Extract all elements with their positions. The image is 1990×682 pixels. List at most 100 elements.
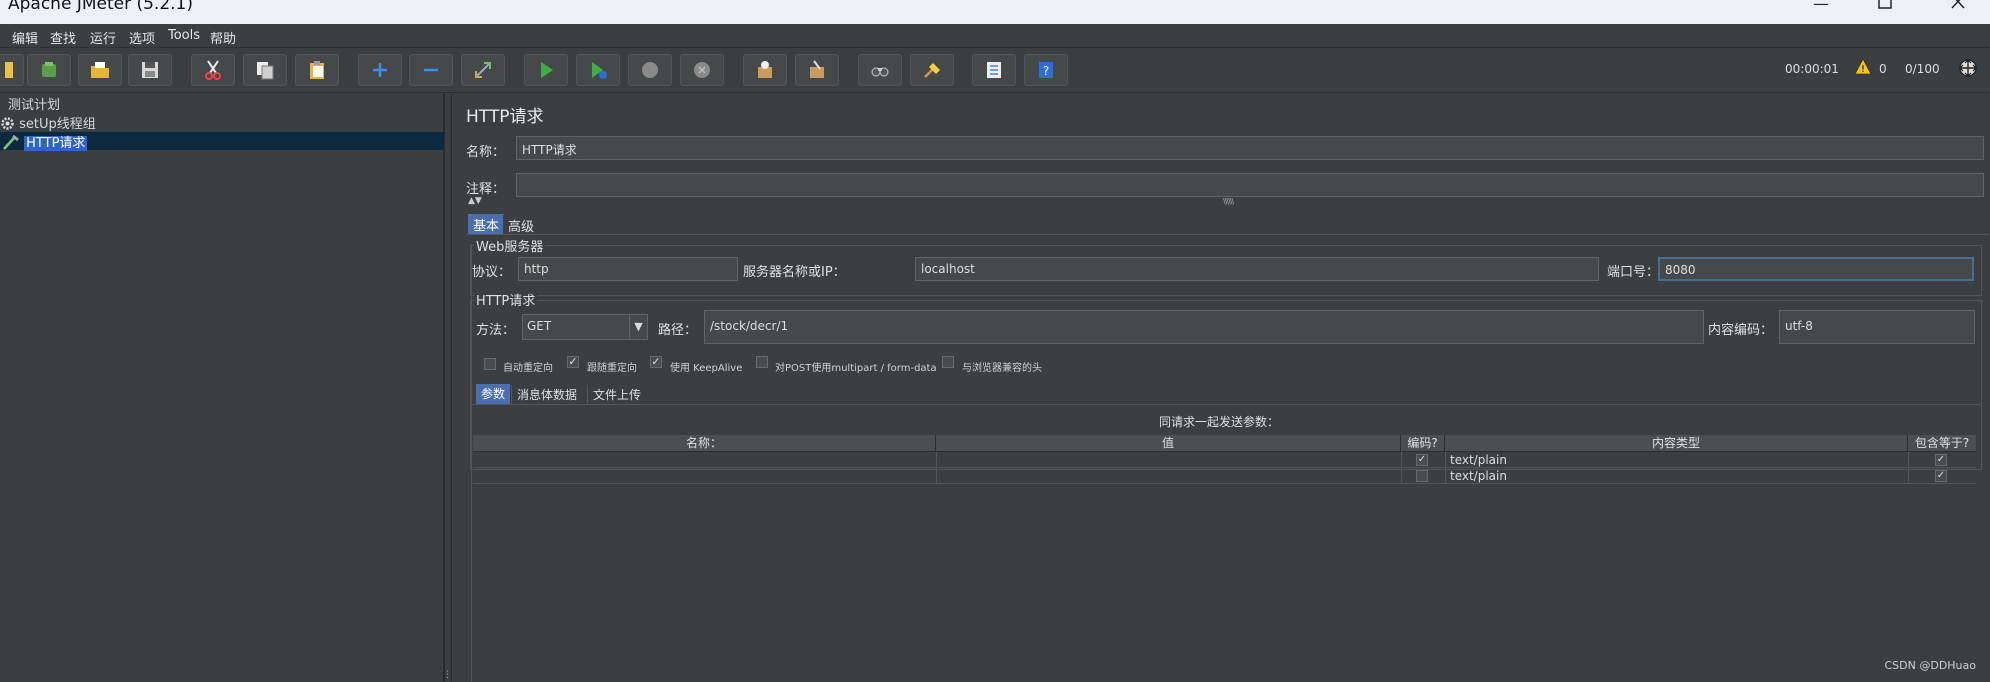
toggle-button[interactable] [461, 54, 505, 86]
menu-options[interactable]: 选项 [129, 28, 155, 47]
tab-file-upload[interactable]: 文件上传 [587, 385, 647, 405]
method-select[interactable]: GET ▼ [522, 314, 648, 340]
collapse-all-button[interactable] [409, 54, 453, 86]
open-button[interactable] [78, 54, 122, 86]
keepalive-label: 使用 KeepAlive [670, 363, 743, 374]
port-field[interactable]: 8080 [1658, 257, 1974, 281]
maximize-icon[interactable] [1862, 0, 1908, 22]
reset-search-button[interactable] [910, 54, 954, 86]
multipart-checkbox[interactable] [756, 356, 768, 368]
http-request-panel: HTTP请求 名称： HTTP请求 注释： ▲▼ \\\\\\ 基本 高级 We… [452, 94, 1990, 682]
tab-divider [466, 234, 1988, 235]
new-button[interactable] [0, 54, 24, 86]
window-title-bar: Apache JMeter (5.2.1) — [0, 0, 1990, 24]
param-value-cell[interactable] [940, 452, 1395, 468]
auto-redirect-checkbox[interactable] [484, 358, 496, 370]
menu-edit[interactable]: 编辑 [12, 28, 38, 47]
tab-body-data[interactable]: 消息体数据 [511, 385, 583, 405]
watermark: CSDN @DDHuao [1884, 659, 1976, 672]
shutdown-button[interactable] [680, 54, 724, 86]
params-table-header: 名称： 值 编码? 内容类型 包含等于? [473, 435, 1976, 452]
column-header-content-type[interactable]: 内容类型 [1445, 435, 1908, 452]
browser-headers-label: 与浏览器兼容的头 [962, 363, 1042, 374]
warning-icon[interactable]: ! [1854, 58, 1872, 78]
param-value-cell[interactable] [940, 468, 1395, 484]
subtab-divider [472, 404, 1982, 405]
column-header-encode[interactable]: 编码? [1401, 435, 1445, 452]
search-button[interactable] [858, 54, 902, 86]
comment-label: 注释： [466, 182, 506, 197]
auto-redirect-label: 自动重定向 [503, 363, 553, 374]
name-field[interactable]: HTTP请求 [516, 136, 1984, 160]
start-button[interactable] [524, 54, 568, 86]
path-label: 路径： [658, 323, 698, 338]
start-no-pauses-button[interactable] [576, 54, 620, 86]
minimize-icon[interactable]: — [1798, 0, 1844, 22]
encode-checkbox[interactable]: ✓ [1416, 454, 1428, 466]
toolbar: ? 00:00:01 ! 0 0/100 [0, 49, 1990, 93]
remote-globe-icon[interactable] [1958, 58, 1978, 81]
include-equals-checkbox[interactable]: ✓ [1935, 470, 1947, 482]
panel-splitter[interactable]: ⋮ [443, 94, 452, 682]
menu-help[interactable]: 帮助 [210, 28, 236, 47]
encode-checkbox[interactable] [1416, 470, 1428, 482]
svg-text:?: ? [1043, 64, 1049, 78]
multipart-label: 对POST使用multipart / form-data [775, 363, 937, 374]
menu-tools[interactable]: Tools [168, 28, 200, 43]
page-title: HTTP请求 [466, 107, 544, 127]
tab-basic[interactable]: 基本 [468, 214, 505, 234]
column-header-include-equals[interactable]: 包含等于? [1908, 435, 1976, 452]
name-label: 名称： [466, 145, 506, 160]
param-name-cell[interactable] [477, 468, 932, 484]
copy-button[interactable] [243, 54, 287, 86]
svg-text:!: ! [1861, 64, 1865, 75]
expand-all-button[interactable] [358, 54, 402, 86]
table-row[interactable]: text/plain ✓ [473, 468, 1976, 484]
stop-button[interactable] [628, 54, 672, 86]
chevron-down-icon: ▼ [629, 315, 647, 339]
menu-run[interactable]: 运行 [90, 28, 116, 47]
param-name-cell[interactable] [477, 452, 932, 468]
pipette-icon [2, 134, 20, 154]
follow-redirect-checkbox[interactable]: ✓ [567, 356, 579, 368]
column-header-value[interactable]: 值 [936, 435, 1401, 452]
menu-bar: 编辑 查找 运行 选项 Tools 帮助 [0, 24, 1990, 48]
table-row[interactable]: ✓ text/plain ✓ [473, 452, 1976, 468]
protocol-field[interactable]: http [518, 257, 738, 281]
panel-left-border [471, 244, 472, 682]
help-button[interactable]: ? [1024, 54, 1068, 86]
content-type-cell[interactable]: text/plain [1450, 468, 1900, 484]
tree-item-test-plan[interactable]: 测试计划 [8, 94, 60, 113]
clear-all-button[interactable] [795, 54, 839, 86]
port-label: 端口号： [1607, 265, 1660, 280]
window-title: Apache JMeter (5.2.1) [8, 0, 193, 14]
divider-grip-icon[interactable]: \\\\\\ [1223, 197, 1234, 206]
params-caption: 同请求一起发送参数： [1159, 415, 1280, 429]
column-header-name[interactable]: 名称： [473, 435, 936, 452]
clear-button[interactable] [743, 54, 787, 86]
close-icon[interactable] [1935, 0, 1981, 22]
encoding-label: 内容编码： [1708, 323, 1774, 338]
path-field[interactable]: /stock/decr/1 [704, 310, 1704, 344]
tab-advanced[interactable]: 高级 [503, 215, 540, 235]
tree-item-http-request[interactable]: HTTP请求 [2, 132, 88, 154]
save-button[interactable] [128, 54, 172, 86]
elapsed-timer: 00:00:01 [1785, 62, 1839, 76]
method-label: 方法： [476, 323, 516, 338]
server-field[interactable]: localhost [915, 257, 1599, 281]
browser-headers-checkbox[interactable] [942, 356, 954, 368]
keepalive-checkbox[interactable]: ✓ [650, 356, 662, 368]
content-type-cell[interactable]: text/plain [1450, 452, 1900, 468]
function-helper-button[interactable] [972, 54, 1016, 86]
menu-search[interactable]: 查找 [50, 28, 76, 47]
templates-button[interactable] [27, 54, 71, 86]
comment-field[interactable] [516, 173, 1984, 197]
http-request-title: HTTP请求 [474, 290, 538, 309]
include-equals-checkbox[interactable]: ✓ [1935, 454, 1947, 466]
tab-parameters[interactable]: 参数 [476, 384, 511, 404]
protocol-label: 协议： [472, 265, 512, 280]
collapse-toggle-icon[interactable]: ▲▼ [468, 196, 482, 206]
paste-button[interactable] [295, 54, 339, 86]
cut-button[interactable] [191, 54, 235, 86]
encoding-field[interactable]: utf-8 [1779, 310, 1975, 344]
